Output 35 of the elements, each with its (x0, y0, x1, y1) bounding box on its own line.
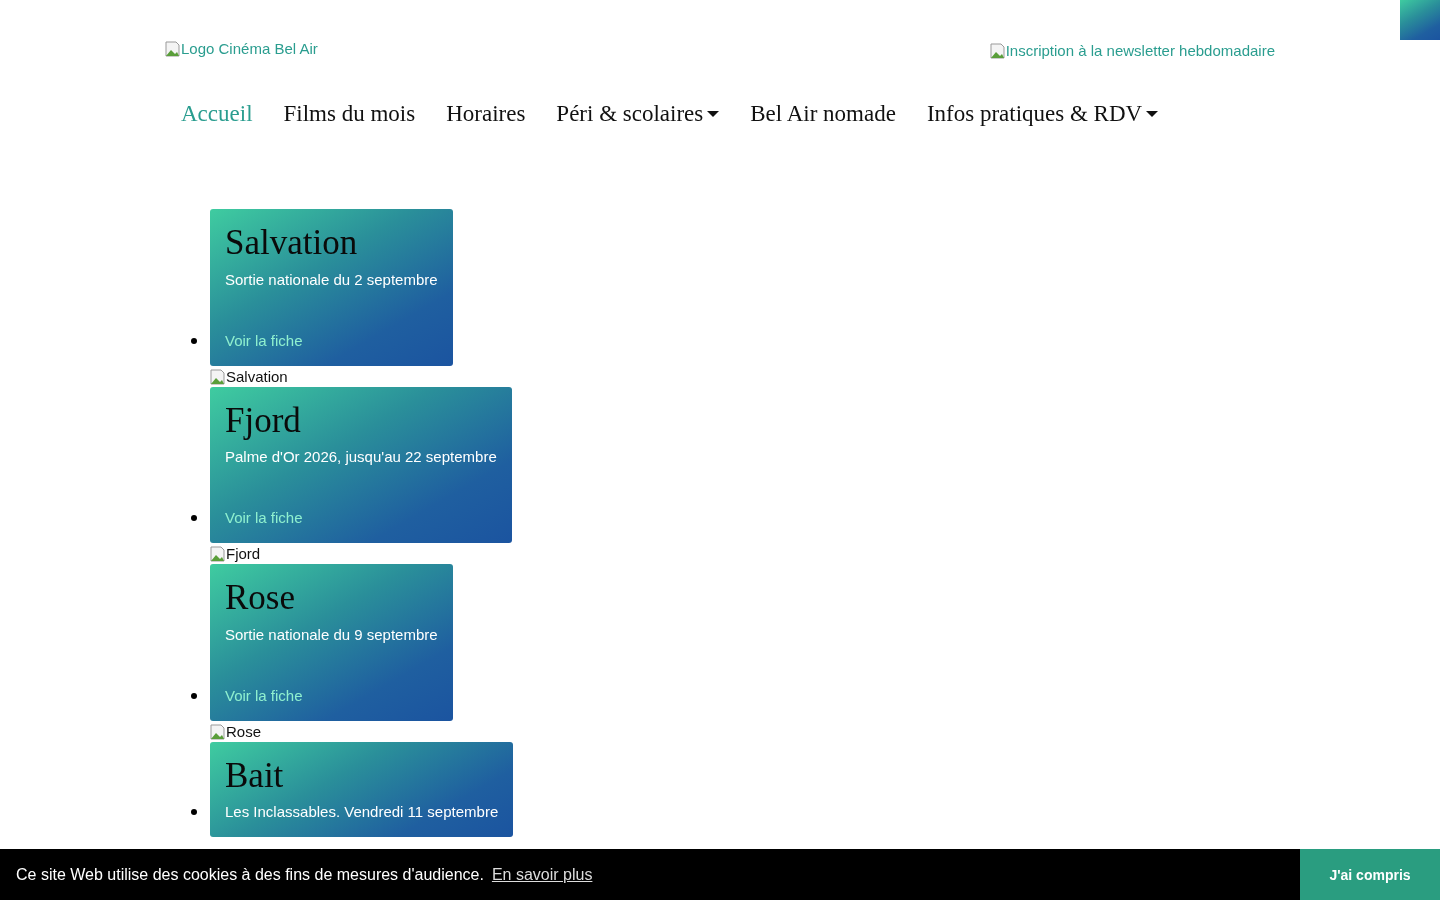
accept-button[interactable]: J'ai compris (1300, 849, 1440, 900)
film-subtitle: Palme d'Or 2026, jusqu'au 22 septembre (225, 448, 497, 465)
film-title: Rose (225, 579, 296, 618)
cookie-info-link[interactable]: En savoir plus (491, 865, 593, 884)
nav-link[interactable]: Infos pratiques & RDV (926, 101, 1159, 127)
film-title: Bait (225, 756, 285, 795)
film-title: Fjord (225, 401, 302, 440)
film-title: Salvation (225, 224, 359, 263)
nav-link[interactable]: Péri & scolaires (556, 101, 720, 127)
nav-link[interactable]: Horaires (446, 101, 526, 127)
broken-image-icon (210, 723, 226, 740)
nav-link[interactable]: Films du mois (283, 101, 416, 127)
cookie-message: Ce site Web utilise des cookies à des fins de mesures d'audience. (16, 865, 484, 884)
film-image-alt: Rose (210, 722, 1275, 740)
bullet-icon (191, 515, 197, 521)
nav-link[interactable]: Accueil (181, 101, 253, 127)
film-link[interactable]: Voir la fiche (225, 331, 303, 349)
film-link[interactable]: Voir la fiche (225, 686, 303, 704)
film-subtitle: Les Inclassables. Vendredi 11 septembre (225, 803, 499, 820)
film-image-alt: Salvation (210, 367, 1275, 385)
broken-image-icon (165, 41, 181, 57)
film-link[interactable]: Voir la fiche (225, 509, 303, 526)
broken-image-icon (210, 368, 226, 385)
broken-image-icon (210, 546, 226, 562)
film-subtitle: Sortie nationale du 2 septembre (225, 270, 438, 288)
logo-image-link[interactable]: Logo Cinéma Bel Air (165, 40, 318, 57)
bullet-icon (191, 337, 197, 344)
film-image-alt: Fjord (210, 545, 1275, 562)
film-subtitle: Sortie nationale du 9 septembre (225, 625, 438, 643)
broken-image-icon (989, 43, 1006, 59)
nav-link[interactable]: Bel Air nomade (750, 101, 896, 127)
bullet-icon (191, 809, 197, 815)
bullet-icon (191, 692, 197, 699)
scroll-top-button[interactable] (1400, 0, 1440, 40)
newsletter-image-link[interactable]: Inscription à la newsletter hebdomadaire (989, 42, 1275, 59)
